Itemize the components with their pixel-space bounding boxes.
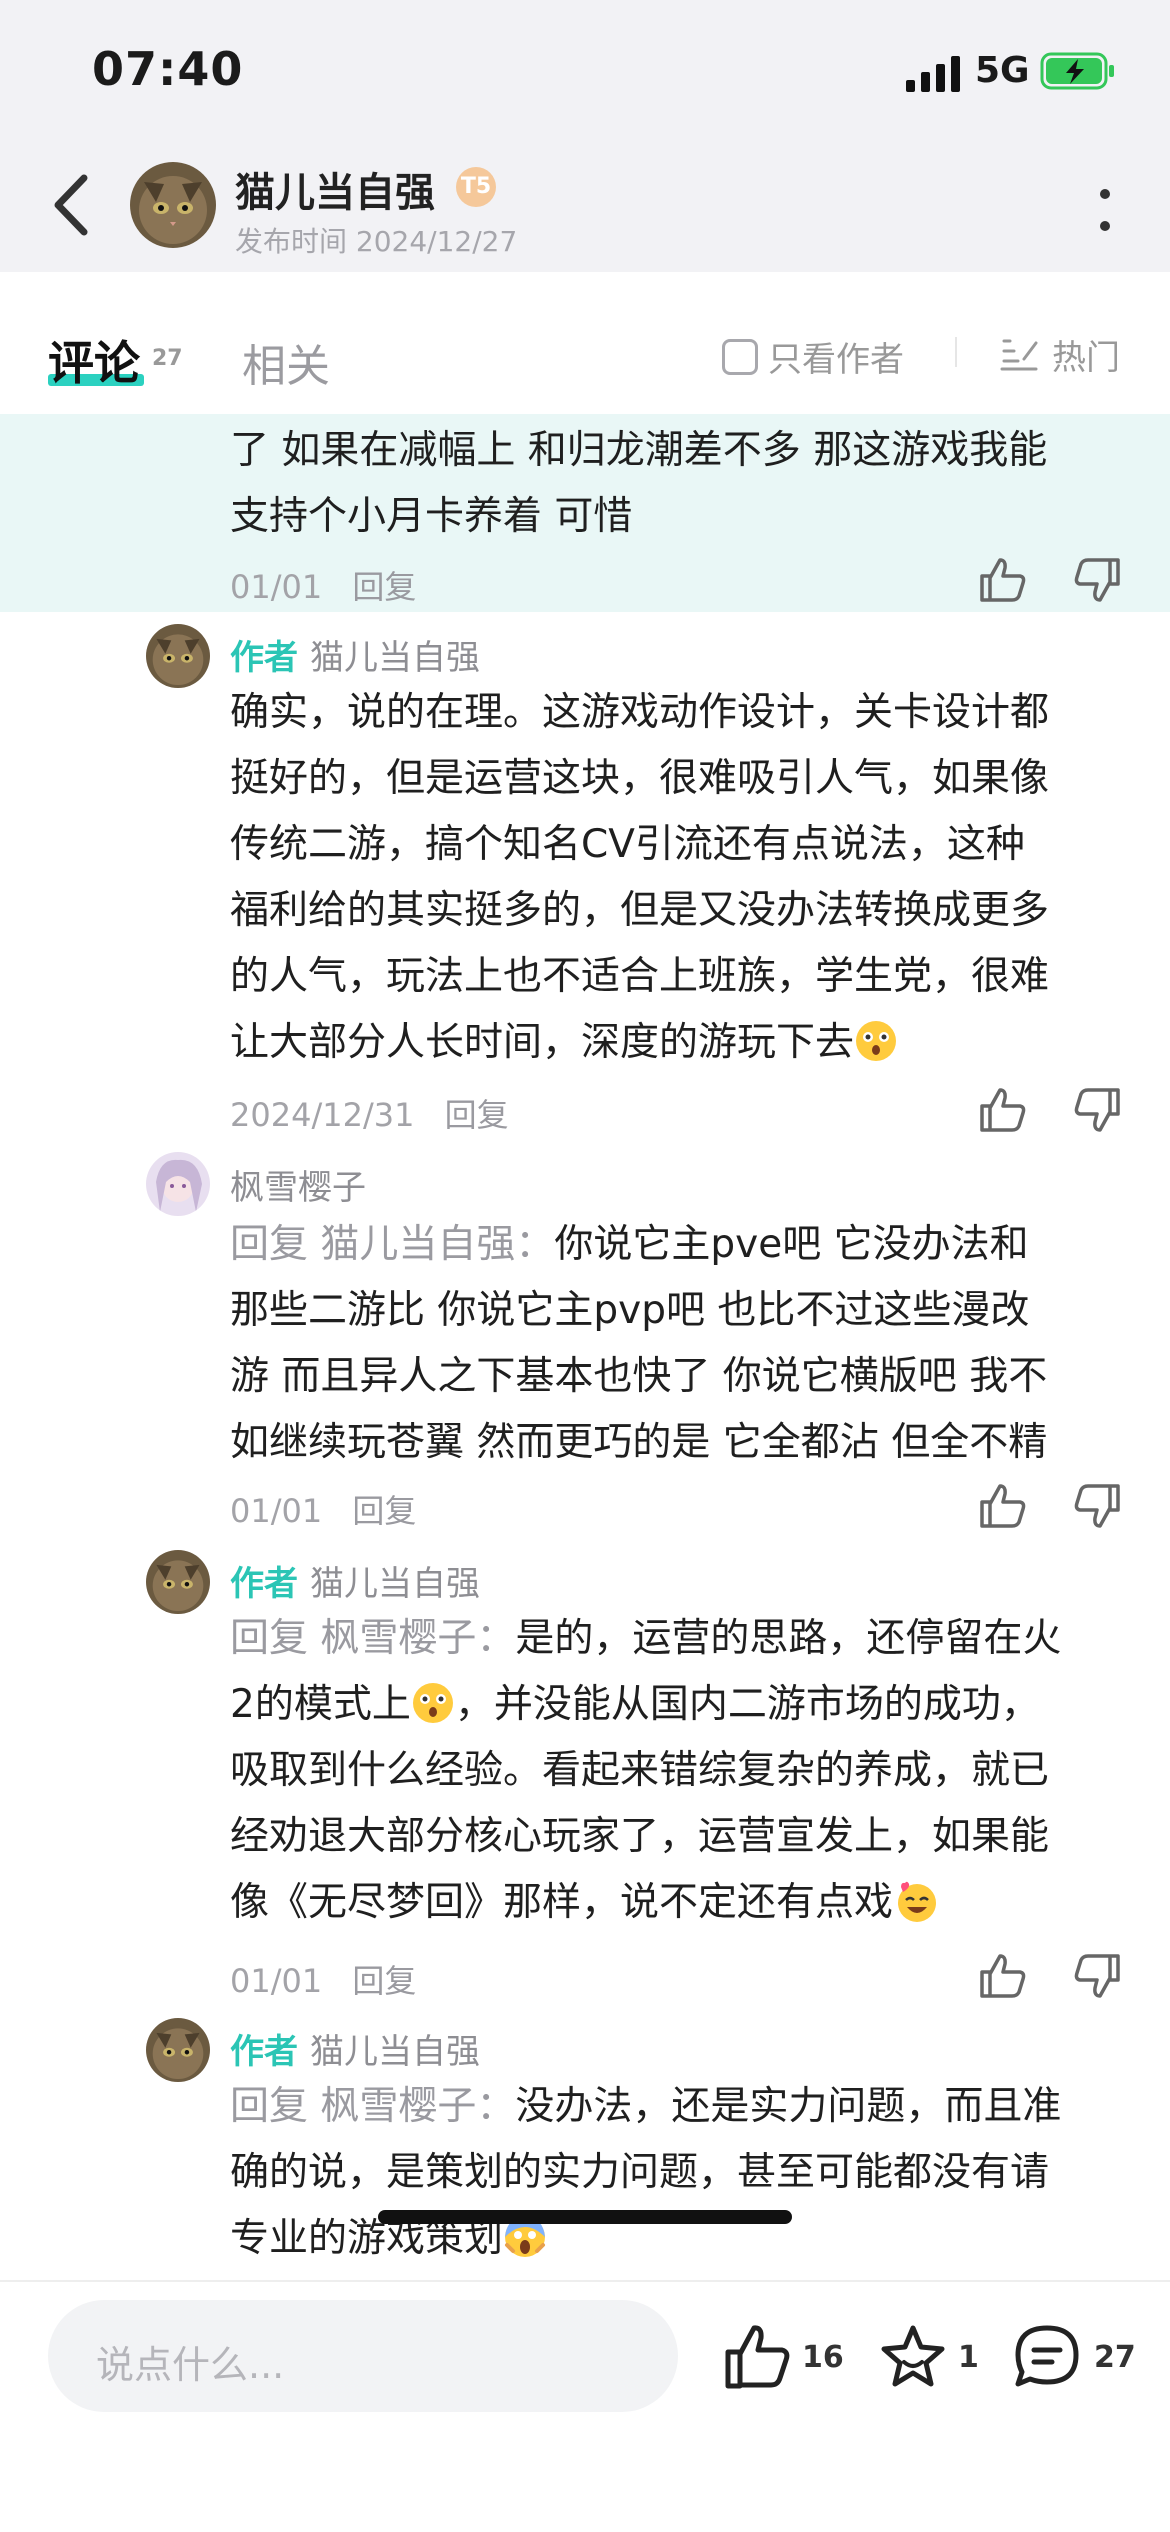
- comment-header: 枫雪樱子: [230, 1160, 366, 1209]
- commenter-name[interactable]: 猫儿当自强: [310, 2032, 480, 2072]
- comment-line: 确实，说的在理。这游戏动作设计，关卡设计都: [230, 690, 1050, 735]
- comments-count: 27: [152, 346, 183, 371]
- comment-input-placeholder: 说点什么...: [96, 2343, 285, 2387]
- grinning-heart-emoji-icon: [898, 1881, 937, 1922]
- shocked-emoji-icon: [412, 1683, 453, 1723]
- comment-line: 2的模式上: [230, 1682, 411, 1727]
- comment-text: 回复 枫雪樱子：是的，运营的思路，还停留在火 2的模式上 ，并没能从国内二游市场的…: [230, 1606, 1130, 1936]
- comment-input[interactable]: 说点什么...: [48, 2300, 678, 2412]
- comment-text: 确实，说的在理。这游戏动作设计，关卡设计都 挺好的，但是运营这块，很难吸引人气，…: [230, 680, 1130, 1076]
- comment-line: 游 而且异人之下基本也快了 你说它横版吧 我不: [230, 1354, 1048, 1399]
- tab-comments[interactable]: 评论: [48, 327, 140, 393]
- author-tag: 作者: [230, 638, 298, 678]
- commenter-avatar[interactable]: [146, 1550, 210, 1614]
- network-type: 5G: [975, 50, 1030, 91]
- comment-date: 2024/12/31: [230, 1096, 415, 1134]
- author-tag: 作者: [230, 2032, 298, 2072]
- thumbs-down-icon[interactable]: [1072, 1952, 1122, 2000]
- home-indicator: [378, 2210, 792, 2224]
- sort-hot-button[interactable]: 热门: [1000, 330, 1120, 379]
- commenter-name[interactable]: 猫儿当自强: [310, 638, 480, 678]
- comment-line: 让大部分人长时间，深度的游玩下去: [230, 1020, 855, 1065]
- commenter-avatar[interactable]: [146, 624, 210, 688]
- comment-meta: 01/01 回复: [230, 1486, 416, 1532]
- level-badge: T5: [456, 167, 496, 207]
- only-author-label: 只看作者: [768, 340, 904, 380]
- tab-related[interactable]: 相关: [242, 330, 330, 394]
- thumbs-up-icon[interactable]: [978, 1086, 1028, 1134]
- reply-prefix: 回复 枫雪樱子：: [230, 2084, 516, 2129]
- signal-icon: [906, 56, 960, 92]
- comment-line: 是的，运营的思路，还停留在火: [515, 1616, 1062, 1661]
- only-author-toggle[interactable]: 只看作者: [722, 332, 904, 381]
- divider: [955, 337, 957, 367]
- battery-charging-icon: [1040, 52, 1114, 90]
- comment-bubble-icon[interactable]: [1012, 2322, 1082, 2392]
- comment-line: 支持个小月卡养着 可惜: [230, 494, 633, 539]
- comment-text: 回复 枫雪樱子：没办法，还是实力问题，而且准 确的说，是策划的实力问题，甚至可能…: [230, 2074, 1130, 2272]
- reply-button[interactable]: 回复: [352, 568, 416, 606]
- comment-line: 经劝退大部分核心玩家了，运营宣发上，如果能: [230, 1814, 1050, 1859]
- comment-date: 01/01: [230, 1492, 323, 1530]
- favorite-count: 1: [958, 2340, 979, 2375]
- commenter-avatar[interactable]: [146, 2018, 210, 2082]
- like-icon[interactable]: [722, 2322, 792, 2392]
- comment-date: 01/01: [230, 1962, 323, 2000]
- comment-line: 的人气，玩法上也不适合上班族，学生党，很难: [230, 954, 1050, 999]
- comment-meta: 2024/12/31 回复: [230, 1090, 509, 1136]
- comment-line: 福利给的其实挺多的，但是又没办法转换成更多: [230, 888, 1050, 933]
- thumbs-down-icon[interactable]: [1072, 1482, 1122, 1530]
- reply-button[interactable]: 回复: [352, 1492, 416, 1530]
- author-name[interactable]: 猫儿当自强: [235, 160, 435, 218]
- comment-header: 作者 猫儿当自强: [230, 1556, 480, 1605]
- comment-count: 27: [1094, 2340, 1136, 2375]
- comment-text: 回复 猫儿当自强：你说它主pve吧 它没办法和 那些二游比 你说它主pvp吧 也…: [230, 1212, 1130, 1476]
- favorite-star-icon[interactable]: [878, 2322, 948, 2392]
- like-count: 16: [802, 2340, 844, 2375]
- comment-date: 01/01: [230, 568, 323, 606]
- status-bar: 07:40 5G: [0, 0, 1170, 140]
- thumbs-down-icon[interactable]: [1072, 1086, 1122, 1134]
- status-time: 07:40: [92, 42, 244, 96]
- author-tag: 作者: [230, 1564, 298, 1604]
- thumbs-up-icon[interactable]: [978, 1952, 1028, 2000]
- comment-header: 作者 猫儿当自强: [230, 630, 480, 679]
- comment-line: 那些二游比 你说它主pvp吧 也比不过这些漫改: [230, 1288, 1030, 1333]
- sort-label: 热门: [1052, 338, 1120, 378]
- back-arrow-icon[interactable]: [44, 170, 104, 240]
- comment-line: 挺好的，但是运营这块，很难吸引人气，如果像: [230, 756, 1050, 801]
- thumbs-up-icon[interactable]: [978, 556, 1028, 604]
- comment-line: ，并没能从国内二游市场的成功，: [454, 1682, 1040, 1727]
- comment-line: 确的说，是策划的实力问题，甚至可能都没有请: [230, 2150, 1050, 2195]
- reply-button[interactable]: 回复: [445, 1096, 509, 1134]
- reply-prefix: 回复 猫儿当自强：: [230, 1222, 555, 1267]
- commenter-name[interactable]: 枫雪樱子: [230, 1168, 366, 1208]
- comment-meta: 01/01 回复: [230, 562, 416, 608]
- more-options-icon[interactable]: [1090, 180, 1120, 240]
- checkbox-icon[interactable]: [722, 338, 758, 375]
- comment-tabs: 评论 27 相关 只看作者 热门: [0, 272, 1170, 414]
- comment-meta: 01/01 回复: [230, 1956, 416, 2002]
- post-time: 发布时间 2024/12/27: [235, 225, 518, 258]
- comment-line: 你说它主pve吧 它没办法和: [554, 1222, 1029, 1267]
- shocked-emoji-icon: [856, 1021, 897, 1061]
- comment-text: 了 如果在减幅上 和归龙潮差不多 那这游戏我能 支持个小月卡养着 可惜: [230, 418, 1130, 550]
- thumbs-up-icon[interactable]: [978, 1482, 1028, 1530]
- comment-line: 像《无尽梦回》那样，说不定还有点戏: [230, 1880, 894, 1925]
- thumbs-down-icon[interactable]: [1072, 556, 1122, 604]
- post-header: 猫儿当自强 T5 发布时间 2024/12/27: [0, 140, 1170, 272]
- commenter-avatar[interactable]: [146, 1152, 210, 1216]
- commenter-name[interactable]: 猫儿当自强: [310, 1564, 480, 1604]
- reply-prefix: 回复 枫雪樱子：: [230, 1616, 516, 1661]
- comment-line: 吸取到什么经验。看起来错综复杂的养成，就已: [230, 1748, 1050, 1793]
- comment-line: 了 如果在减幅上 和归龙潮差不多 那这游戏我能: [230, 428, 1048, 473]
- author-avatar[interactable]: [130, 162, 216, 248]
- comment-line: 传统二游，搞个知名CV引流还有点说法，这种: [230, 822, 1025, 867]
- sort-icon: [1000, 339, 1038, 370]
- comment-line: 如继续玩苍翼 然而更巧的是 它全都沾 但全不精: [230, 1420, 1048, 1465]
- comment-line: 没办法，还是实力问题，而且准: [515, 2084, 1062, 2129]
- bottom-action-bar: 说点什么... 16 1 27: [0, 2282, 1170, 2532]
- comment-header: 作者 猫儿当自强: [230, 2024, 480, 2073]
- reply-button[interactable]: 回复: [352, 1962, 416, 2000]
